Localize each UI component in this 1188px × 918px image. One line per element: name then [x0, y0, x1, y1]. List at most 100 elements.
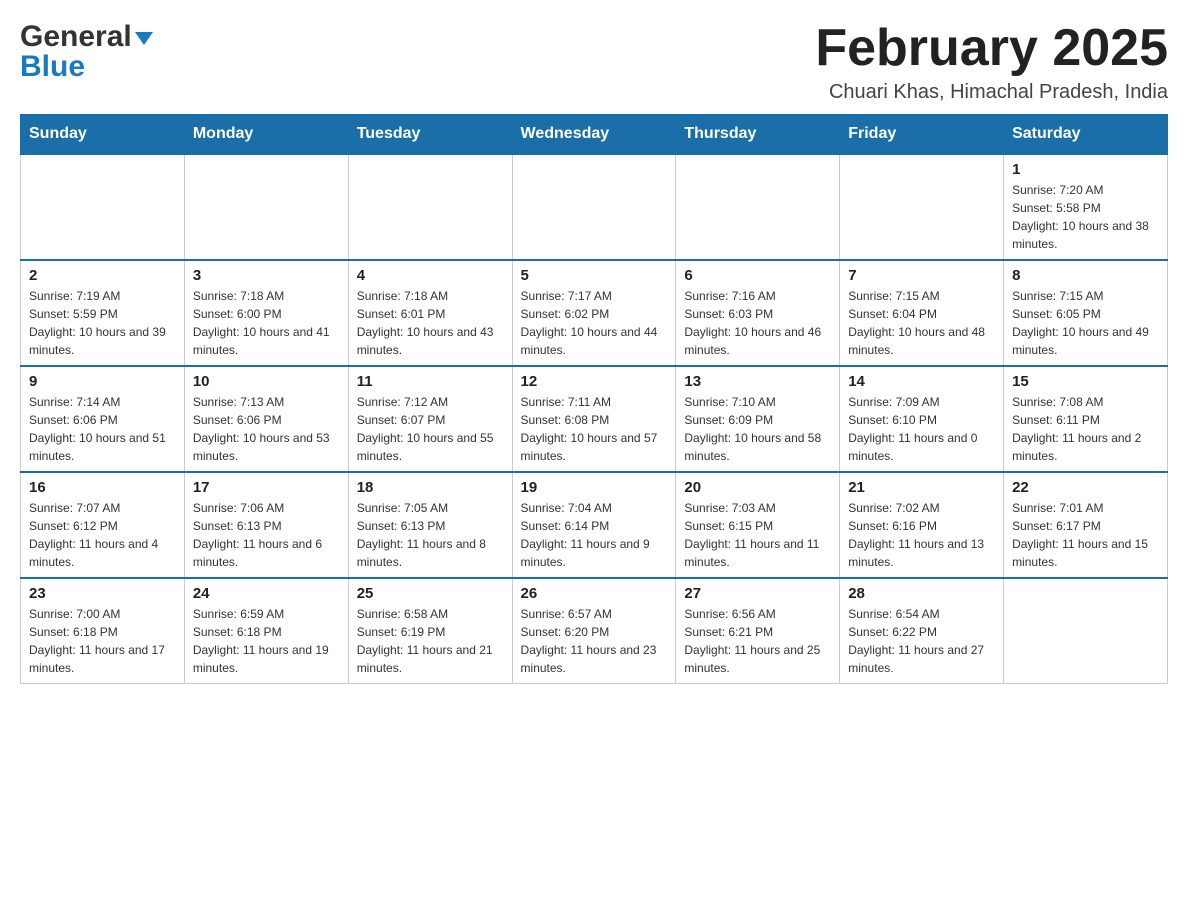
- col-saturday: Saturday: [1004, 115, 1168, 155]
- day-number: 27: [684, 585, 831, 602]
- calendar-week-row: 2 Sunrise: 7:19 AM Sunset: 5:59 PM Daylig…: [21, 260, 1168, 366]
- calendar-cell: 6 Sunrise: 7:16 AM Sunset: 6:03 PM Daylig…: [676, 260, 840, 366]
- day-number: 11: [357, 373, 504, 390]
- calendar-cell: 26Sunrise: 6:57 AM Sunset: 6:20 PM Dayli…: [512, 578, 676, 684]
- calendar-cell: [676, 154, 840, 260]
- day-info: Sunrise: 7:15 AM Sunset: 6:05 PM Dayligh…: [1012, 287, 1159, 359]
- day-number: 22: [1012, 479, 1159, 496]
- calendar-cell: 11 Sunrise: 7:12 AM Sunset: 6:07 PM Dayli…: [348, 366, 512, 472]
- calendar-cell: 12 Sunrise: 7:11 AM Sunset: 6:08 PM Dayli…: [512, 366, 676, 472]
- calendar-cell: [184, 154, 348, 260]
- day-info: Sunrise: 7:06 AM Sunset: 6:13 PM Dayligh…: [193, 499, 340, 571]
- calendar-cell: 8 Sunrise: 7:15 AM Sunset: 6:05 PM Daylig…: [1004, 260, 1168, 366]
- calendar-header-row: Sunday Monday Tuesday Wednesday Thursday…: [21, 115, 1168, 155]
- day-number: 2: [29, 267, 176, 284]
- day-number: 20: [684, 479, 831, 496]
- day-number: 12: [521, 373, 668, 390]
- col-wednesday: Wednesday: [512, 115, 676, 155]
- day-info: Sunrise: 7:02 AM Sunset: 6:16 PM Dayligh…: [848, 499, 995, 571]
- calendar-cell: 24Sunrise: 6:59 AM Sunset: 6:18 PM Dayli…: [184, 578, 348, 684]
- day-info: Sunrise: 7:16 AM Sunset: 6:03 PM Dayligh…: [684, 287, 831, 359]
- day-info: Sunrise: 7:12 AM Sunset: 6:07 PM Dayligh…: [357, 393, 504, 465]
- day-number: 1: [1012, 161, 1159, 178]
- calendar-cell: 16 Sunrise: 7:07 AM Sunset: 6:12 PM Dayli…: [21, 472, 185, 578]
- day-info: Sunrise: 7:20 AM Sunset: 5:58 PM Dayligh…: [1012, 181, 1159, 253]
- day-number: 9: [29, 373, 176, 390]
- col-thursday: Thursday: [676, 115, 840, 155]
- day-info: Sunrise: 7:10 AM Sunset: 6:09 PM Dayligh…: [684, 393, 831, 465]
- calendar-cell: 5 Sunrise: 7:17 AM Sunset: 6:02 PM Daylig…: [512, 260, 676, 366]
- col-monday: Monday: [184, 115, 348, 155]
- calendar-cell: [21, 154, 185, 260]
- calendar-cell: 7 Sunrise: 7:15 AM Sunset: 6:04 PM Daylig…: [840, 260, 1004, 366]
- calendar-cell: 3Sunrise: 7:18 AM Sunset: 6:00 PM Daylig…: [184, 260, 348, 366]
- day-info: Sunrise: 7:04 AM Sunset: 6:14 PM Dayligh…: [521, 499, 668, 571]
- day-number: 16: [29, 479, 176, 496]
- day-info: Sunrise: 7:08 AM Sunset: 6:11 PM Dayligh…: [1012, 393, 1159, 465]
- day-number: 28: [848, 585, 995, 602]
- day-info: Sunrise: 7:19 AM Sunset: 5:59 PM Dayligh…: [29, 287, 176, 359]
- day-number: 25: [357, 585, 504, 602]
- day-number: 5: [521, 267, 668, 284]
- calendar-cell: 23 Sunrise: 7:00 AM Sunset: 6:18 PM Dayli…: [21, 578, 185, 684]
- calendar-cell: 13 Sunrise: 7:10 AM Sunset: 6:09 PM Dayli…: [676, 366, 840, 472]
- logo-general-text: General: [20, 20, 132, 53]
- day-info: Sunrise: 6:57 AM Sunset: 6:20 PM Dayligh…: [521, 605, 668, 677]
- day-info: Sunrise: 7:11 AM Sunset: 6:08 PM Dayligh…: [521, 393, 668, 465]
- logo: General Blue: [20, 20, 153, 84]
- day-number: 18: [357, 479, 504, 496]
- day-info: Sunrise: 7:18 AM Sunset: 6:00 PM Dayligh…: [193, 287, 340, 359]
- col-friday: Friday: [840, 115, 1004, 155]
- day-info: Sunrise: 7:01 AM Sunset: 6:17 PM Dayligh…: [1012, 499, 1159, 571]
- day-info: Sunrise: 7:15 AM Sunset: 6:04 PM Dayligh…: [848, 287, 995, 359]
- calendar-week-row: 1 Sunrise: 7:20 AM Sunset: 5:58 PM Daylig…: [21, 154, 1168, 260]
- calendar-cell: 27 Sunrise: 6:56 AM Sunset: 6:21 PM Dayli…: [676, 578, 840, 684]
- day-number: 24: [193, 585, 340, 602]
- calendar-table: Sunday Monday Tuesday Wednesday Thursday…: [20, 114, 1168, 684]
- calendar-cell: 2 Sunrise: 7:19 AM Sunset: 5:59 PM Daylig…: [21, 260, 185, 366]
- logo-arrow-icon: [135, 32, 153, 45]
- calendar-cell: 9 Sunrise: 7:14 AM Sunset: 6:06 PM Daylig…: [21, 366, 185, 472]
- page-header: General Blue February 2025 Chuari Khas, …: [20, 20, 1168, 104]
- calendar-cell: 4Sunrise: 7:18 AM Sunset: 6:01 PM Daylig…: [348, 260, 512, 366]
- day-number: 13: [684, 373, 831, 390]
- day-number: 17: [193, 479, 340, 496]
- day-info: Sunrise: 6:56 AM Sunset: 6:21 PM Dayligh…: [684, 605, 831, 677]
- day-info: Sunrise: 7:14 AM Sunset: 6:06 PM Dayligh…: [29, 393, 176, 465]
- day-number: 19: [521, 479, 668, 496]
- day-info: Sunrise: 7:17 AM Sunset: 6:02 PM Dayligh…: [521, 287, 668, 359]
- calendar-week-row: 16 Sunrise: 7:07 AM Sunset: 6:12 PM Dayli…: [21, 472, 1168, 578]
- month-title: February 2025: [815, 20, 1168, 77]
- calendar-cell: 21 Sunrise: 7:02 AM Sunset: 6:16 PM Dayli…: [840, 472, 1004, 578]
- calendar-cell: 25Sunrise: 6:58 AM Sunset: 6:19 PM Dayli…: [348, 578, 512, 684]
- day-number: 23: [29, 585, 176, 602]
- day-number: 14: [848, 373, 995, 390]
- calendar-cell: 15Sunrise: 7:08 AM Sunset: 6:11 PM Dayli…: [1004, 366, 1168, 472]
- day-number: 8: [1012, 267, 1159, 284]
- day-info: Sunrise: 7:00 AM Sunset: 6:18 PM Dayligh…: [29, 605, 176, 677]
- calendar-cell: [348, 154, 512, 260]
- day-number: 6: [684, 267, 831, 284]
- calendar-week-row: 23 Sunrise: 7:00 AM Sunset: 6:18 PM Dayli…: [21, 578, 1168, 684]
- calendar-cell: [512, 154, 676, 260]
- logo-general-row: General: [20, 20, 153, 54]
- calendar-cell: 28 Sunrise: 6:54 AM Sunset: 6:22 PM Dayli…: [840, 578, 1004, 684]
- col-sunday: Sunday: [21, 115, 185, 155]
- calendar-cell: [840, 154, 1004, 260]
- col-tuesday: Tuesday: [348, 115, 512, 155]
- logo-blue-text: Blue: [20, 50, 85, 84]
- location-title: Chuari Khas, Himachal Pradesh, India: [815, 81, 1168, 104]
- calendar-cell: 1 Sunrise: 7:20 AM Sunset: 5:58 PM Daylig…: [1004, 154, 1168, 260]
- calendar-cell: 19 Sunrise: 7:04 AM Sunset: 6:14 PM Dayli…: [512, 472, 676, 578]
- day-info: Sunrise: 7:09 AM Sunset: 6:10 PM Dayligh…: [848, 393, 995, 465]
- day-info: Sunrise: 6:54 AM Sunset: 6:22 PM Dayligh…: [848, 605, 995, 677]
- calendar-cell: [1004, 578, 1168, 684]
- calendar-cell: 22 Sunrise: 7:01 AM Sunset: 6:17 PM Dayli…: [1004, 472, 1168, 578]
- day-number: 4: [357, 267, 504, 284]
- day-info: Sunrise: 7:07 AM Sunset: 6:12 PM Dayligh…: [29, 499, 176, 571]
- day-number: 10: [193, 373, 340, 390]
- calendar-cell: 17 Sunrise: 7:06 AM Sunset: 6:13 PM Dayli…: [184, 472, 348, 578]
- calendar-cell: 18Sunrise: 7:05 AM Sunset: 6:13 PM Dayli…: [348, 472, 512, 578]
- day-number: 21: [848, 479, 995, 496]
- day-number: 7: [848, 267, 995, 284]
